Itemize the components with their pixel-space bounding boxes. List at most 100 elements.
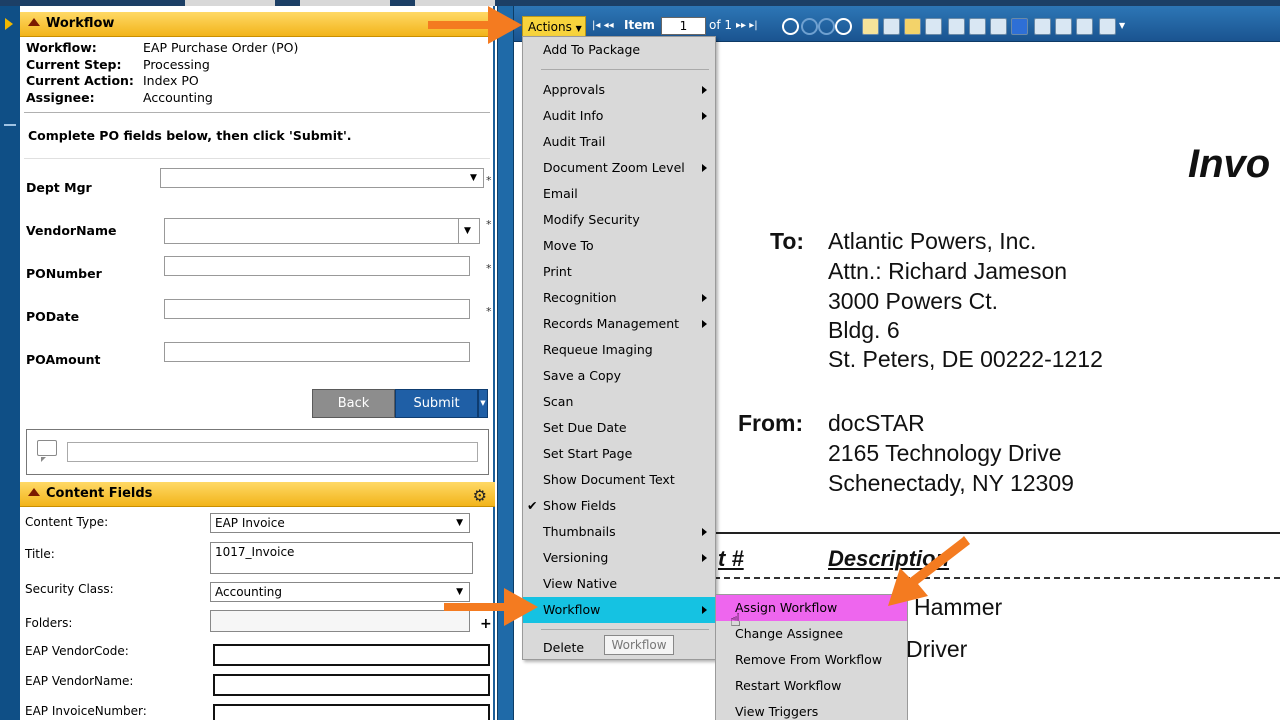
menu-item-audit-info[interactable]: Audit Info xyxy=(523,103,715,129)
collapse-triangle-icon[interactable] xyxy=(28,488,40,496)
menu-item-add-to-package[interactable]: Add To Package xyxy=(523,37,715,63)
ponumber-input[interactable] xyxy=(164,256,470,276)
security-class-label: Security Class: xyxy=(25,582,114,596)
arrow-shape xyxy=(428,6,522,44)
workflow-panel-header[interactable]: Workflow xyxy=(20,12,495,37)
filled-rectangle-icon[interactable] xyxy=(1011,18,1028,35)
submenu-item-remove-from-workflow[interactable]: Remove From Workflow xyxy=(716,647,907,673)
security-class-select[interactable]: Accounting ▼ xyxy=(210,582,470,602)
menu-item-modify-security[interactable]: Modify Security xyxy=(523,207,715,233)
eap-vendorcode-label: EAP VendorCode: xyxy=(25,644,129,658)
menu-item-records-management[interactable]: Records Management xyxy=(523,311,715,337)
menu-item-save-a-copy[interactable]: Save a Copy xyxy=(523,363,715,389)
doc-from-line: Schenectady, NY 12309 xyxy=(828,470,1074,496)
menu-item-audit-trail[interactable]: Audit Trail xyxy=(523,129,715,155)
poamount-label: POAmount xyxy=(26,352,101,367)
menu-item-label: Set Start Page xyxy=(543,446,633,461)
menu-item-set-due-date[interactable]: Set Due Date xyxy=(523,415,715,441)
podate-input[interactable] xyxy=(164,299,470,319)
menu-item-label: Document Zoom Level xyxy=(543,160,685,175)
menu-item-label: Delete xyxy=(543,640,585,655)
menu-item-workflow[interactable]: Workflow xyxy=(523,597,715,623)
menu-item-recognition[interactable]: Recognition xyxy=(523,285,715,311)
menu-item-label: Approvals xyxy=(543,82,605,97)
dropdown-arrow-icon[interactable]: ▼ xyxy=(456,514,463,532)
submenu-arrow-icon xyxy=(702,164,707,172)
menu-item-label: Print xyxy=(543,264,572,279)
pointer-icon[interactable] xyxy=(948,18,965,35)
save-annotations-icon[interactable] xyxy=(1099,18,1116,35)
expand-arrow-icon[interactable] xyxy=(5,18,13,30)
dropdown-arrow-icon[interactable]: ▼ xyxy=(464,226,471,236)
poamount-input[interactable] xyxy=(164,342,470,362)
eap-vendorcode-input[interactable] xyxy=(213,644,490,666)
menu-item-show-fields[interactable]: ✔ Show Fields xyxy=(523,493,715,519)
content-fields-header[interactable]: Content Fields ⚙ xyxy=(20,482,495,507)
menu-item-versioning[interactable]: Versioning xyxy=(523,545,715,571)
pen-icon[interactable] xyxy=(904,18,921,35)
menu-item-print[interactable]: Print xyxy=(523,259,715,285)
doc-col-item: t # xyxy=(718,546,744,571)
submenu-item-restart-workflow[interactable]: Restart Workflow xyxy=(716,673,907,699)
undo-icon[interactable] xyxy=(801,18,818,35)
submit-options-button[interactable]: ▼ xyxy=(478,389,488,418)
menu-item-show-document-text[interactable]: Show Document Text xyxy=(523,467,715,493)
menu-item-set-start-page[interactable]: Set Start Page xyxy=(523,441,715,467)
rotate-icon[interactable] xyxy=(835,18,852,35)
signature-icon[interactable] xyxy=(1055,18,1072,35)
submenu-item-assign-workflow[interactable]: Assign Workflow xyxy=(716,595,907,621)
content-type-select[interactable]: EAP Invoice ▼ xyxy=(210,513,470,533)
refresh-icon[interactable] xyxy=(782,18,799,35)
menu-separator xyxy=(541,69,709,70)
highlight-text-icon[interactable] xyxy=(883,18,900,35)
delete-annotation-icon[interactable] xyxy=(1076,18,1093,35)
title-input[interactable]: 1017_Invoice xyxy=(210,542,473,574)
eap-vendorname-input[interactable] xyxy=(213,674,490,696)
page-number-input[interactable]: 1 xyxy=(661,17,706,35)
workflow-tooltip: Workflow xyxy=(604,635,674,655)
back-button[interactable]: Back xyxy=(312,389,395,418)
submit-button[interactable]: Submit xyxy=(395,389,478,418)
menu-item-approvals[interactable]: Approvals xyxy=(523,77,715,103)
info-key: Current Step: xyxy=(26,56,122,72)
stamp-icon[interactable] xyxy=(1034,18,1051,35)
doc-from-line: docSTAR xyxy=(828,410,925,436)
actions-menu-button[interactable]: Actions ▼ xyxy=(522,16,586,38)
dropdown-arrow-icon[interactable]: ▼ xyxy=(470,173,477,183)
item-label: Item xyxy=(624,18,655,32)
menu-item-label: Email xyxy=(543,186,578,201)
doc-to-line: St. Peters, DE 00222-1212 xyxy=(828,346,1103,372)
next-last-nav[interactable]: ▸▸ ▸| xyxy=(736,20,758,31)
doc-line-item: Driver xyxy=(906,636,968,662)
menu-item-scan[interactable]: Scan xyxy=(523,389,715,415)
menu-item-move-to[interactable]: Move To xyxy=(523,233,715,259)
doc-to-label: To: xyxy=(770,228,805,254)
ellipse-icon[interactable] xyxy=(990,18,1007,35)
comment-input[interactable] xyxy=(67,442,478,462)
submenu-item-view-triggers[interactable]: View Triggers xyxy=(716,699,907,720)
menu-separator xyxy=(541,629,709,630)
folders-input[interactable] xyxy=(210,610,470,632)
submenu-item-change-assignee[interactable]: Change Assignee xyxy=(716,621,907,647)
first-prev-nav[interactable]: |◂ ◂◂ xyxy=(592,20,614,31)
rectangle-icon[interactable] xyxy=(969,18,986,35)
menu-item-thumbnails[interactable]: Thumbnails xyxy=(523,519,715,545)
info-key: Current Action: xyxy=(26,73,134,88)
chevron-down-icon[interactable]: ▼ xyxy=(1119,21,1125,30)
menu-item-view-native[interactable]: View Native xyxy=(523,571,715,597)
vendorname-combobox[interactable] xyxy=(164,218,480,244)
collapse-triangle-icon[interactable] xyxy=(28,18,40,26)
eap-invoicenumber-label: EAP InvoiceNumber: xyxy=(25,704,147,718)
dept-mgr-select[interactable] xyxy=(160,168,484,188)
eap-vendorname-label: EAP VendorName: xyxy=(25,674,134,688)
menu-item-requeue-imaging[interactable]: Requeue Imaging xyxy=(523,337,715,363)
eap-invoicenumber-input[interactable] xyxy=(213,704,490,720)
redo-icon[interactable] xyxy=(818,18,835,35)
menu-item-document-zoom-level[interactable]: Document Zoom Level xyxy=(523,155,715,181)
line-icon[interactable] xyxy=(925,18,942,35)
menu-item-email[interactable]: Email xyxy=(523,181,715,207)
doc-to-line: 3000 Powers Ct. xyxy=(828,288,999,314)
workflow-info-row: Assignee: Accounting xyxy=(26,90,298,107)
gear-icon[interactable]: ⚙ xyxy=(473,484,487,508)
text-annotation-icon[interactable] xyxy=(862,18,879,35)
